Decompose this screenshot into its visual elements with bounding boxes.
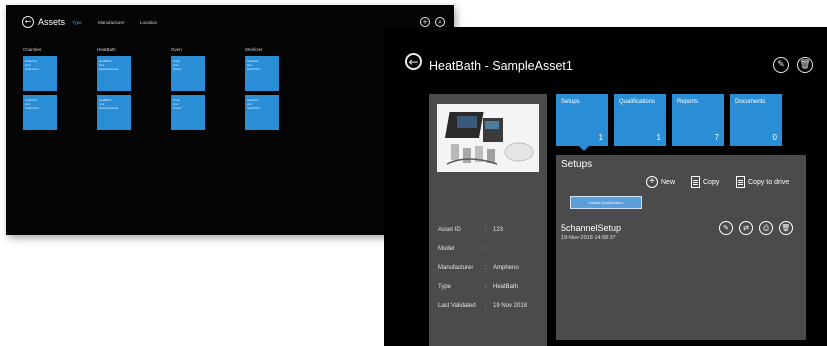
new-button[interactable]: + New <box>646 176 675 188</box>
asset-tile[interactable]: Chamber Amr Chamber2 <box>23 95 57 130</box>
info-row-manufacturer: Manufacturer: Ampheno <box>438 265 519 271</box>
info-row-model: Model: <box>438 246 487 252</box>
print-icon[interactable]: ⎙ <box>759 221 773 235</box>
asset-photo <box>437 104 539 172</box>
setup-name[interactable]: 5channelSetup <box>561 223 621 233</box>
trash-icon[interactable]: 🗑 <box>779 221 793 235</box>
tile-documents[interactable]: Documents 0 <box>730 94 782 146</box>
copy-button[interactable]: Copy <box>691 176 719 188</box>
setups-panel: Setups + New Copy Copy to drive Initiate … <box>556 155 806 340</box>
info-row-asset-id: Asset ID:123 <box>438 227 504 233</box>
export-icon[interactable]: ⇄ <box>739 221 753 235</box>
document-icon <box>736 176 745 188</box>
info-row-last-validated: Last Validated:19 Nov 2018 <box>438 303 528 309</box>
search-icon[interactable]: ⌕ <box>435 17 445 27</box>
asset-detail-window: ← HeatBath - SampleAsset1 ✎ 🗑 Asset ID:1… <box>384 27 827 346</box>
edit-pencil-icon[interactable]: ✎ <box>719 221 733 235</box>
back-arrow-icon[interactable]: ← <box>22 16 34 28</box>
trash-icon[interactable]: 🗑 <box>797 57 813 73</box>
asset-tile[interactable]: Chamber Amr Chamber1 <box>23 56 57 91</box>
page-title: HeatBath - SampleAsset1 <box>429 59 573 73</box>
copy-to-drive-button[interactable]: Copy to drive <box>736 176 789 188</box>
asset-tile[interactable]: Sterilizer Amr Sterilizer2 <box>245 95 279 130</box>
column-header-oven: Oven <box>171 47 182 52</box>
document-icon <box>691 176 700 188</box>
tile-reports[interactable]: Reports 7 <box>672 94 724 146</box>
column-header-heatbath: HeatBath <box>97 47 116 52</box>
plus-icon: + <box>646 176 658 188</box>
asset-tile[interactable]: HeatBath Amr SampleAsset1 <box>97 56 131 91</box>
tile-setups[interactable]: Setups 1 <box>556 94 608 146</box>
selected-tile-pointer <box>578 145 590 151</box>
asset-info-panel: Asset ID:123 Model: Manufacturer: Ampheno… <box>429 94 547 346</box>
tab-type[interactable]: Type <box>72 20 82 25</box>
tab-manufacturer[interactable]: Manufacturer <box>98 20 125 25</box>
setups-heading: Setups <box>561 159 593 170</box>
column-header-chamber: Chamber <box>23 47 42 52</box>
tile-qualifications[interactable]: Qualifications 1 <box>614 94 666 146</box>
initiate-qualification-button[interactable]: Initiate Qualification <box>570 196 642 209</box>
info-row-type: Type: HeatBath <box>438 284 519 290</box>
edit-pencil-icon[interactable]: ✎ <box>773 57 789 73</box>
page-title: Assets <box>38 17 66 27</box>
column-header-sterilizer: Sterilizer <box>245 47 263 52</box>
setup-timestamp: 19-Nov-2018 14:58:37 <box>561 235 616 241</box>
asset-tile[interactable]: Oven Amr Oven1 <box>171 56 205 91</box>
tab-location[interactable]: Location <box>140 20 157 25</box>
asset-tile[interactable]: Sterilizer Amr Sterilizer1 <box>245 56 279 91</box>
asset-tile[interactable]: Oven Amr Oven2 <box>171 95 205 130</box>
add-icon[interactable]: + <box>420 17 430 27</box>
back-arrow-icon[interactable]: ← <box>405 53 422 70</box>
asset-tile[interactable]: HeatBath Amr SampleAsset2 <box>97 95 131 130</box>
